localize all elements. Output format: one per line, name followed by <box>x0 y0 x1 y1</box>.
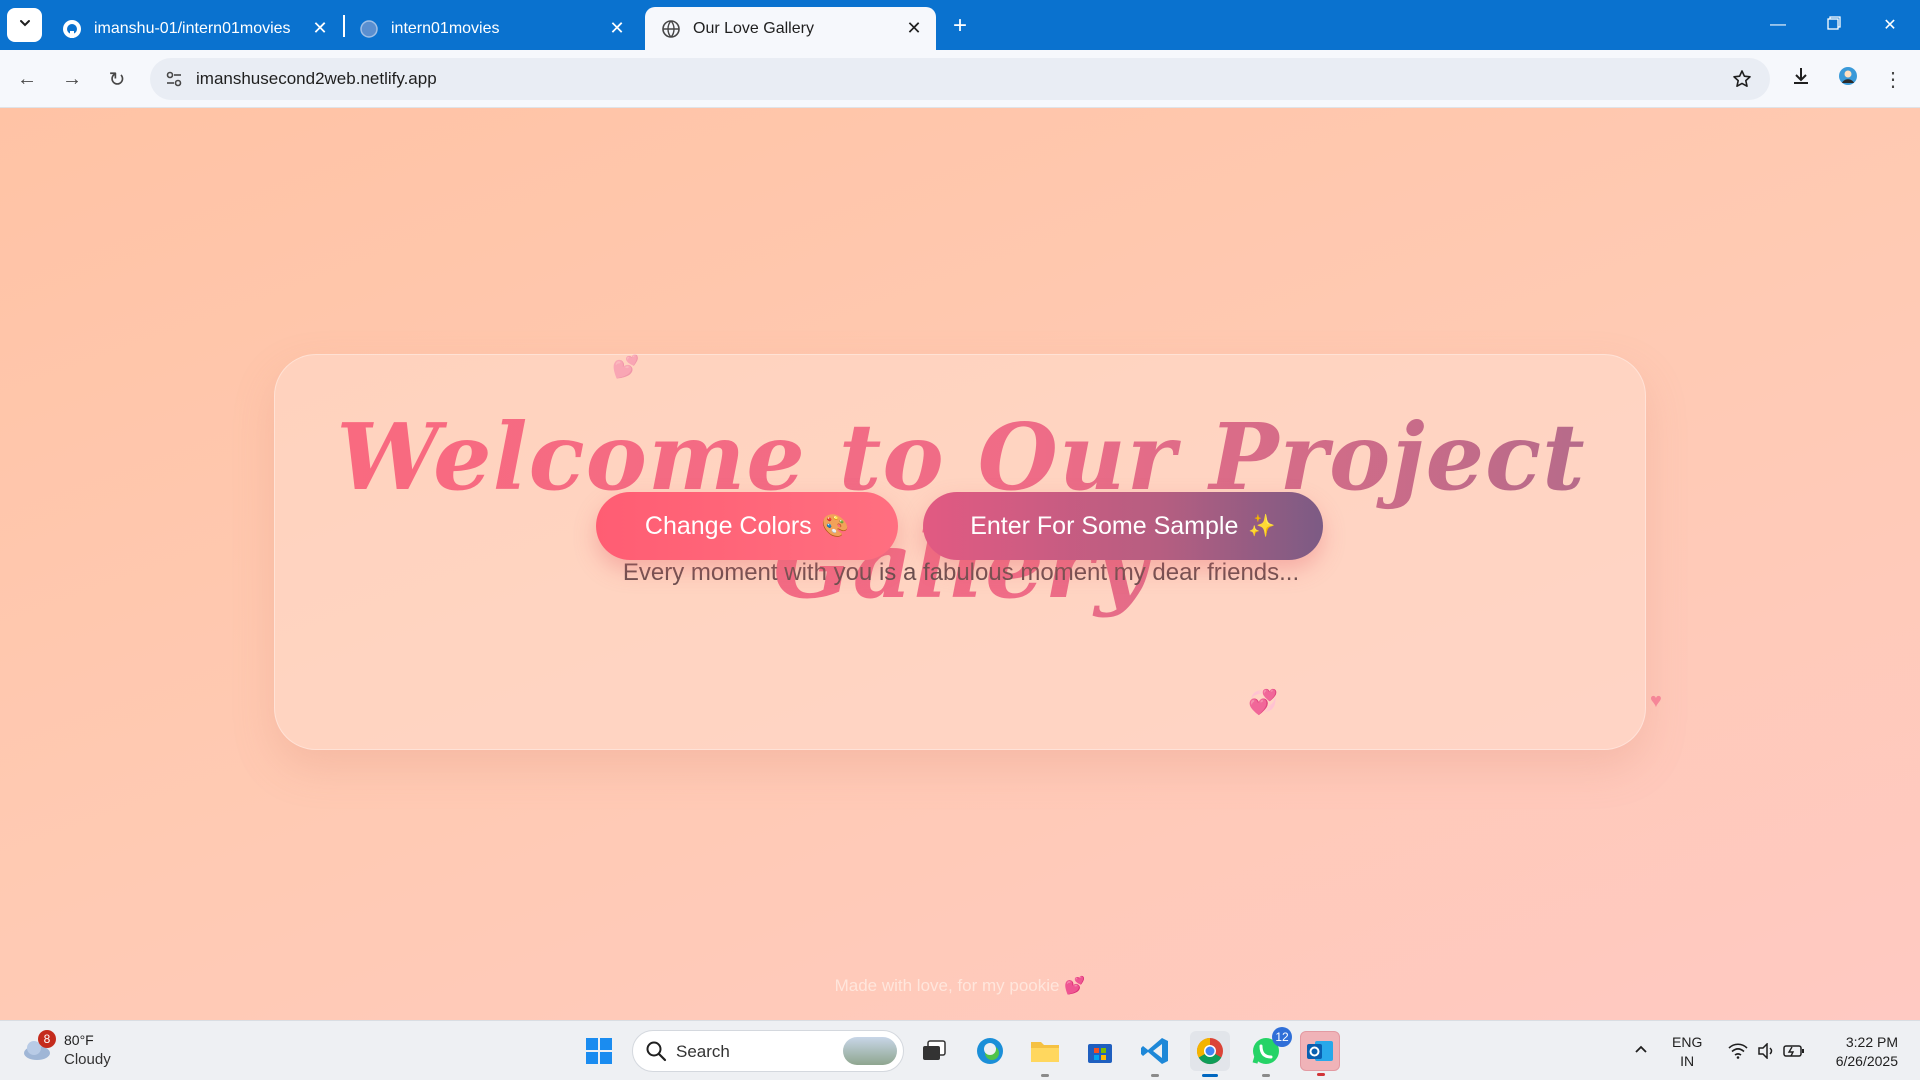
palette-icon: 🎨 <box>821 513 850 538</box>
tab-our-love-gallery[interactable]: Our Love Gallery ✕ <box>645 7 936 50</box>
running-indicator <box>1262 1074 1270 1077</box>
language-indicator[interactable]: ENG IN <box>1672 1033 1702 1071</box>
globe-icon <box>359 19 379 39</box>
windows-taskbar: 8 80°F Cloudy Search 12 ENG IN 3:22 PM 6… <box>0 1020 1920 1080</box>
whatsapp-badge: 12 <box>1272 1027 1292 1047</box>
battery-icon[interactable] <box>1778 1031 1810 1071</box>
more-vertical-icon: ⋮ <box>1883 68 1903 91</box>
github-icon <box>62 19 82 39</box>
whatsapp-icon[interactable]: 12 <box>1246 1027 1292 1077</box>
running-indicator <box>1317 1073 1325 1076</box>
tab-title: intern01movies <box>391 19 500 37</box>
back-button[interactable]: ← <box>10 62 44 96</box>
close-icon[interactable]: ✕ <box>902 17 926 41</box>
page-subtitle: Every moment with you is a fabulous mome… <box>622 559 1300 586</box>
edge-icon[interactable] <box>970 1031 1010 1071</box>
microsoft-store-icon[interactable] <box>1080 1031 1120 1071</box>
close-icon[interactable]: ✕ <box>308 17 332 41</box>
close-icon: ✕ <box>1883 17 1897 34</box>
reload-button[interactable]: ↻ <box>100 62 134 96</box>
tab-search-button[interactable] <box>7 8 42 42</box>
new-tab-button[interactable]: + <box>946 12 974 40</box>
profile-button[interactable] <box>1831 62 1865 96</box>
change-colors-button[interactable]: Change Colors 🎨 <box>596 492 898 560</box>
clock-date: 6/26/2025 <box>1835 1053 1898 1069</box>
windows-start-icon[interactable] <box>579 1031 619 1071</box>
tab-intern01movies[interactable]: intern01movies ✕ <box>343 7 639 50</box>
weather-badge: 8 <box>38 1030 56 1048</box>
language-code: ENG <box>1672 1034 1703 1050</box>
minimize-icon: — <box>1770 16 1786 33</box>
running-indicator <box>1151 1074 1159 1077</box>
running-indicator <box>1202 1074 1218 1077</box>
floating-heart-icon: 💞 <box>1248 689 1278 716</box>
downloads-button[interactable] <box>1784 62 1818 96</box>
weather-temperature: 80°F <box>64 1032 94 1048</box>
taskbar-search[interactable]: Search <box>632 1030 904 1072</box>
show-hidden-icons-button[interactable] <box>1623 1031 1659 1071</box>
search-icon <box>645 1040 667 1067</box>
site-info-icon[interactable] <box>162 67 186 91</box>
tab-title: imanshu-01/intern01movies <box>94 19 291 37</box>
floating-heart-icon: ♥ <box>1650 690 1662 712</box>
avatar <box>1838 66 1858 92</box>
chevron-up-icon <box>1633 1041 1649 1062</box>
vscode-icon[interactable] <box>1135 1031 1175 1077</box>
file-explorer-icon[interactable] <box>1025 1031 1065 1077</box>
restore-button[interactable] <box>1806 0 1862 50</box>
browser-titlebar: imanshu-01/intern01movies ✕ intern01movi… <box>0 0 1920 50</box>
language-region: IN <box>1680 1053 1695 1069</box>
running-indicator <box>1041 1074 1049 1077</box>
clock-time: 3:22 PM <box>1845 1034 1898 1050</box>
system-clock[interactable]: 3:22 PM 6/26/2025 <box>1818 1033 1898 1071</box>
url-text: imanshusecond2web.netlify.app <box>196 69 437 88</box>
browser-toolbar: ← → ↻ imanshusecond2web.netlify.app ⋮ <box>0 50 1920 108</box>
search-label: Search <box>676 1042 730 1061</box>
enter-sample-button[interactable]: Enter For Some Sample ✨ <box>923 492 1323 560</box>
arrow-left-icon: ← <box>17 67 37 90</box>
outlook-icon[interactable] <box>1300 1031 1340 1076</box>
reload-icon: ↻ <box>108 68 126 91</box>
download-icon <box>1791 66 1811 92</box>
address-bar[interactable]: imanshusecond2web.netlify.app <box>150 58 1770 100</box>
weather-widget[interactable]: 8 80°F Cloudy <box>18 1029 128 1073</box>
bookmark-star-icon[interactable] <box>1730 67 1754 91</box>
close-icon[interactable]: ✕ <box>605 17 629 41</box>
tab-title: Our Love Gallery <box>693 19 814 37</box>
tab-github[interactable]: imanshu-01/intern01movies ✕ <box>46 7 342 50</box>
task-view-icon[interactable] <box>914 1031 954 1071</box>
close-window-button[interactable]: ✕ <box>1862 0 1918 50</box>
globe-icon <box>661 19 681 39</box>
browser-menu-button[interactable]: ⋮ <box>1876 62 1910 96</box>
restore-icon <box>1827 15 1841 35</box>
weather-condition: Cloudy <box>64 1051 111 1068</box>
minimize-button[interactable]: — <box>1750 0 1806 50</box>
page-viewport: 💕 ♥ Welcome to Our Project Gallery Every… <box>0 108 1920 1020</box>
change-colors-label: Change Colors <box>644 511 812 540</box>
chrome-icon[interactable] <box>1190 1031 1230 1077</box>
arrow-right-icon: → <box>62 67 82 90</box>
enter-sample-label: Enter For Some Sample <box>970 511 1239 540</box>
footer-text: Made with love, for my pookie 💕 <box>834 976 1086 995</box>
sparkles-icon: ✨ <box>1248 513 1276 538</box>
forward-button[interactable]: → <box>55 62 89 96</box>
chevron-down-icon <box>18 16 32 35</box>
plus-icon: + <box>952 12 967 39</box>
search-highlight-image <box>843 1037 897 1065</box>
